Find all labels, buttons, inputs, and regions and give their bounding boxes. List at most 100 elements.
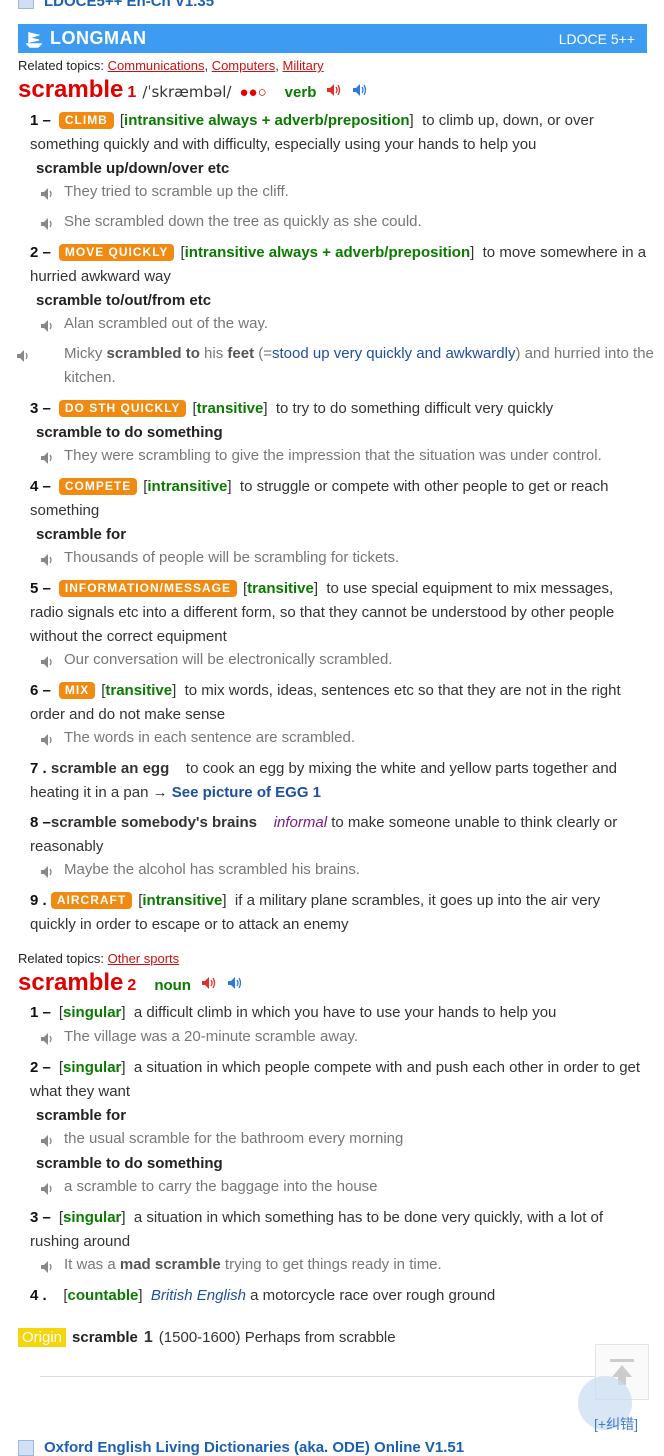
topic-link[interactable]: Military xyxy=(283,58,324,73)
dictionary-header-ode[interactable]: Oxford English Living Dictionaries (aka.… xyxy=(18,1439,464,1456)
example-sentence: the usual scramble for the bathroom ever… xyxy=(40,1127,640,1151)
longman-logo-text: LONGMAN xyxy=(50,28,147,48)
speaker-icon[interactable] xyxy=(17,347,56,363)
sense-6: 6 – MIX [transitive] to mix words, ideas, … xyxy=(30,682,621,723)
topic-link[interactable]: Communications xyxy=(108,58,205,73)
divider xyxy=(40,1376,640,1377)
dictionary-name: Oxford English Living Dictionaries (aka.… xyxy=(44,1439,465,1456)
speaker-icon[interactable] xyxy=(40,1258,56,1274)
grammar-code: singular xyxy=(63,1209,122,1226)
part-of-speech: verb xyxy=(284,84,317,101)
speaker-uk-icon[interactable] xyxy=(326,83,342,97)
example-sentence: They were scrambling to give the impress… xyxy=(40,444,640,468)
collapse-toggle-icon[interactable] xyxy=(18,0,34,9)
sense-2: 2 – MOVE QUICKLY [intransitive always + ad… xyxy=(30,244,647,285)
grammar-code: intransitive always + adverb/preposition xyxy=(124,112,410,129)
collocation-pattern: scramble for xyxy=(36,526,127,543)
word-origin: Origin scramble 1 (1500-1600) Perhaps fro… xyxy=(18,1328,396,1347)
example-sentence: a scramble to carry the baggage into the… xyxy=(40,1175,640,1199)
definition: a difficult climb in which you have to u… xyxy=(133,1004,557,1021)
part-of-speech: noun xyxy=(154,977,191,994)
phrase: scramble an egg xyxy=(50,760,170,777)
collocation-pattern: scramble to/out/from etc xyxy=(36,292,212,309)
speaker-icon[interactable] xyxy=(40,1180,56,1196)
example-sentence: The words in each sentence are scrambled… xyxy=(40,726,640,750)
example-sentence: Our conversation will be electronically … xyxy=(40,648,640,672)
collocation-pattern: scramble to do something xyxy=(36,1155,223,1172)
related-topics: Related topics: Other sports xyxy=(18,951,180,966)
signpost-badge: INFORMATION/MESSAGE xyxy=(58,580,237,597)
collocation-pattern: scramble to do something xyxy=(36,424,223,441)
signpost-badge: COMPETE xyxy=(58,478,138,495)
example-sentence: It was a mad scramble trying to get thin… xyxy=(40,1253,640,1277)
register-label: British English xyxy=(150,1287,246,1304)
signpost-badge: MOVE QUICKLY xyxy=(58,244,175,261)
speaker-icon[interactable] xyxy=(40,1132,56,1148)
sense-4: 4 – COMPETE [intransitive] to struggle or … xyxy=(30,478,609,519)
speaker-icon[interactable] xyxy=(40,317,56,333)
grammar-code: intransitive xyxy=(147,478,228,495)
grammar-code: transitive xyxy=(247,580,314,597)
noun-sense-1: 1 – [singular] a difficult climb in which… xyxy=(30,1004,557,1021)
longman-banner: LONGMAN LDOCE 5++ xyxy=(18,24,647,53)
related-topics: Related topics: Communications, Computer… xyxy=(18,58,324,73)
speaker-uk-icon[interactable] xyxy=(201,976,217,990)
pronunciation: /ˈskræmbəl/ xyxy=(142,83,232,101)
topic-link[interactable]: Other sports xyxy=(108,951,180,966)
dictionary-header-ldoce[interactable]: LDOCE5++ En-Cn V1.35 xyxy=(18,0,214,10)
grammar-code: countable xyxy=(67,1287,139,1304)
collocation-pattern: scramble for xyxy=(36,1107,127,1124)
headword-verb: scramble 1 /ˈskræmbəl/ ●●○ verb xyxy=(18,76,368,104)
noun-sense-3: 3 – [singular] a situation in which somet… xyxy=(30,1209,604,1250)
headword: scramble xyxy=(18,969,124,996)
signpost-badge: AIRCRAFT xyxy=(50,892,133,909)
speaker-us-icon[interactable] xyxy=(352,83,368,97)
speaker-icon[interactable] xyxy=(40,215,56,231)
dictionary-name: LDOCE5++ En-Cn V1.35 xyxy=(44,0,215,10)
frequency-dots: ●●○ xyxy=(239,84,267,101)
signpost-badge: MIX xyxy=(58,682,96,699)
grammar-code: intransitive always + adverb/preposition xyxy=(184,244,471,261)
origin-text: (1500-1600) Perhaps from scrabble xyxy=(158,1329,396,1346)
example-sentence: Alan scrambled out of the way. xyxy=(40,312,640,336)
definition: to try to do something difficult very qu… xyxy=(275,400,554,417)
origin-tag: Origin xyxy=(18,1328,67,1347)
example-sentence: Thousands of people will be scrambling f… xyxy=(40,546,640,570)
example-sentence: The village was a 20-minute scramble awa… xyxy=(40,1025,640,1049)
homograph-number: 1 xyxy=(127,84,137,101)
speaker-us-icon[interactable] xyxy=(227,976,243,990)
phrase: scramble somebody's brains xyxy=(50,814,258,831)
speaker-icon[interactable] xyxy=(40,185,56,201)
grammar-code: transitive xyxy=(105,682,173,699)
speaker-icon[interactable] xyxy=(40,1030,56,1046)
sense-1: 1 – CLIMB [intransitive always + adverb/pr… xyxy=(30,112,594,153)
topic-link[interactable]: Computers xyxy=(212,58,276,73)
longman-ship-icon xyxy=(26,31,42,48)
grammar-code: singular xyxy=(63,1004,122,1021)
headword-noun: scramble 2 noun xyxy=(18,969,243,997)
speaker-icon[interactable] xyxy=(40,863,56,879)
signpost-badge: DO STH QUICKLY xyxy=(58,400,187,417)
example-sentence: Maybe the alcohol has scrambled his brai… xyxy=(40,858,640,882)
sense-9: 9 . AIRCRAFT [intransitive] if a military… xyxy=(30,892,601,933)
speaker-icon[interactable] xyxy=(40,731,56,747)
sense-5: 5 – INFORMATION/MESSAGE [transitive] to us… xyxy=(30,580,615,645)
speaker-icon[interactable] xyxy=(40,449,56,465)
see-picture-link[interactable]: See picture of EGG 1 xyxy=(172,784,321,801)
speaker-icon[interactable] xyxy=(40,653,56,669)
report-error-link[interactable]: [+纠错] xyxy=(594,1414,638,1434)
speaker-icon[interactable] xyxy=(40,551,56,567)
collapse-toggle-icon[interactable] xyxy=(18,1439,34,1456)
grammar-code: transitive xyxy=(196,400,264,417)
homograph-number: 2 xyxy=(127,977,137,994)
origin-word: scramble xyxy=(72,1329,138,1346)
headword: scramble xyxy=(18,76,124,103)
example-sentence: They tried to scramble up the cliff. xyxy=(40,180,640,204)
collocation-pattern: scramble up/down/over etc xyxy=(36,160,230,177)
sense-3: 3 – DO STH QUICKLY [transitive] to try to … xyxy=(30,400,554,417)
dictionary-version: LDOCE 5++ xyxy=(558,30,635,47)
signpost-badge: CLIMB xyxy=(58,112,114,129)
noun-sense-4: 4 . [countable] British English a motorc… xyxy=(30,1287,496,1304)
noun-sense-2: 2 – [singular] a situation in which peopl… xyxy=(30,1059,641,1100)
example-sentence: She scrambled down the tree as quickly a… xyxy=(40,210,640,234)
